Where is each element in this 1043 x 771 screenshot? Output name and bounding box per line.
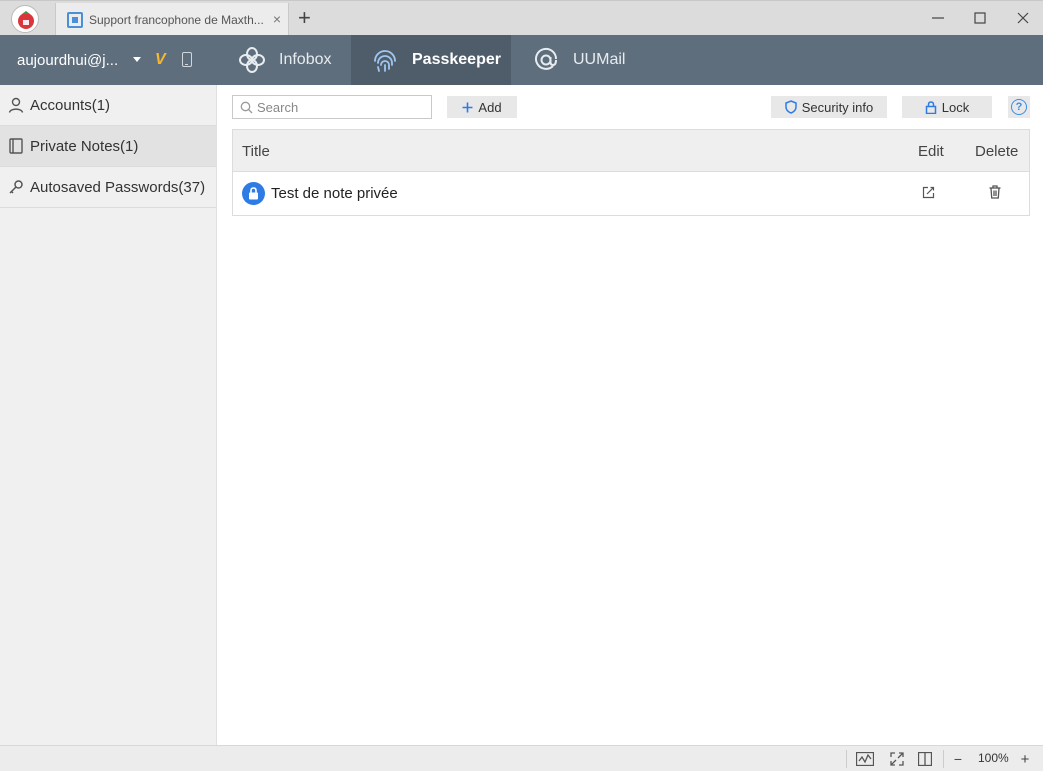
status-bar: − 100% +: [0, 745, 1043, 771]
vip-badge-icon[interactable]: V: [155, 51, 166, 69]
browser-tab[interactable]: Support francophone de Maxth... ×: [55, 3, 289, 36]
minimize-icon: [932, 17, 944, 19]
add-button[interactable]: Add: [447, 96, 517, 118]
new-tab-button[interactable]: +: [298, 7, 311, 29]
mail-at-icon: [535, 47, 558, 70]
fingerprint-icon: [374, 50, 396, 72]
security-info-label: Security info: [801, 99, 874, 115]
table-header: Title Edit Delete: [233, 130, 1029, 172]
key-icon: [9, 180, 23, 194]
close-icon: [1017, 12, 1029, 24]
search-icon: [240, 101, 253, 113]
close-window-button[interactable]: [1012, 7, 1034, 29]
sidebar-item-label: Private Notes(1): [30, 137, 139, 155]
shield-icon: [784, 100, 797, 114]
sidebar-item-autosaved-passwords[interactable]: Autosaved Passwords(37): [0, 167, 216, 208]
help-button[interactable]: ?: [1008, 96, 1030, 118]
user-icon: [8, 97, 24, 113]
title-bar: Support francophone de Maxth... × +: [0, 0, 1043, 36]
status-divider: [846, 750, 847, 768]
app-navbar: aujourdhui@j... V Infobox Passkeeper UUM…: [0, 35, 1043, 85]
fullscreen-icon[interactable]: [889, 751, 905, 767]
lock-button-label: Lock: [941, 99, 970, 115]
note-lock-icon: [242, 182, 265, 205]
column-delete: Delete: [975, 143, 1019, 160]
maximize-button[interactable]: [969, 7, 991, 29]
account-menu[interactable]: aujourdhui@j...: [17, 35, 118, 85]
browser-logo-icon[interactable]: [11, 5, 39, 33]
chevron-down-icon[interactable]: [133, 57, 141, 62]
help-icon: ?: [1011, 99, 1027, 115]
tab-close-icon[interactable]: ×: [273, 11, 281, 27]
sidebar-item-label: Autosaved Passwords(37): [30, 178, 206, 196]
tab-title: Support francophone de Maxth...: [89, 12, 264, 27]
speed-test-icon[interactable]: [856, 751, 874, 767]
tab-uumail[interactable]: UUMail: [531, 35, 651, 85]
tab-uumail-label: UUMail: [573, 51, 626, 68]
split-screen-icon[interactable]: [917, 751, 933, 767]
column-edit: Edit: [918, 143, 944, 160]
sidebar-item-private-notes[interactable]: Private Notes(1): [0, 126, 216, 167]
notebook-icon: [9, 138, 23, 154]
status-divider: [943, 750, 944, 768]
page-favicon-icon: [67, 11, 83, 28]
trash-icon[interactable]: [989, 185, 1001, 202]
zoom-level[interactable]: 100%: [978, 751, 1009, 765]
tab-passkeeper-label: Passkeeper: [412, 51, 501, 68]
sidebar-item-accounts[interactable]: Accounts(1): [0, 85, 216, 126]
zoom-out-button[interactable]: −: [951, 751, 965, 767]
search-input[interactable]: [257, 99, 427, 115]
minimize-button[interactable]: [927, 7, 949, 29]
search-box: [232, 95, 432, 119]
note-title[interactable]: Test de note privée: [271, 185, 398, 202]
plus-icon: [462, 102, 473, 112]
lock-icon: [925, 100, 937, 114]
security-info-button[interactable]: Security info: [771, 96, 887, 118]
table-row[interactable]: Test de note privée: [233, 172, 1029, 215]
notes-table: Title Edit Delete Test de note privée: [232, 129, 1030, 216]
infobox-icon: [239, 47, 265, 73]
maximize-icon: [974, 12, 986, 24]
edit-icon[interactable]: [922, 186, 935, 202]
mobile-icon[interactable]: [182, 52, 192, 67]
sidebar-item-label: Accounts(1): [30, 96, 111, 114]
tab-infobox-label: Infobox: [279, 51, 332, 68]
lock-button[interactable]: Lock: [902, 96, 992, 118]
column-title: Title: [242, 143, 270, 160]
tab-passkeeper[interactable]: Passkeeper: [351, 35, 511, 85]
add-button-label: Add: [478, 99, 502, 115]
sidebar: Accounts(1) Private Notes(1) Autosaved P…: [0, 85, 217, 745]
main-panel: Add Security info Lock ? Title Edit Dele…: [217, 85, 1043, 745]
zoom-in-button[interactable]: +: [1018, 751, 1032, 768]
tab-infobox[interactable]: Infobox: [237, 35, 351, 85]
